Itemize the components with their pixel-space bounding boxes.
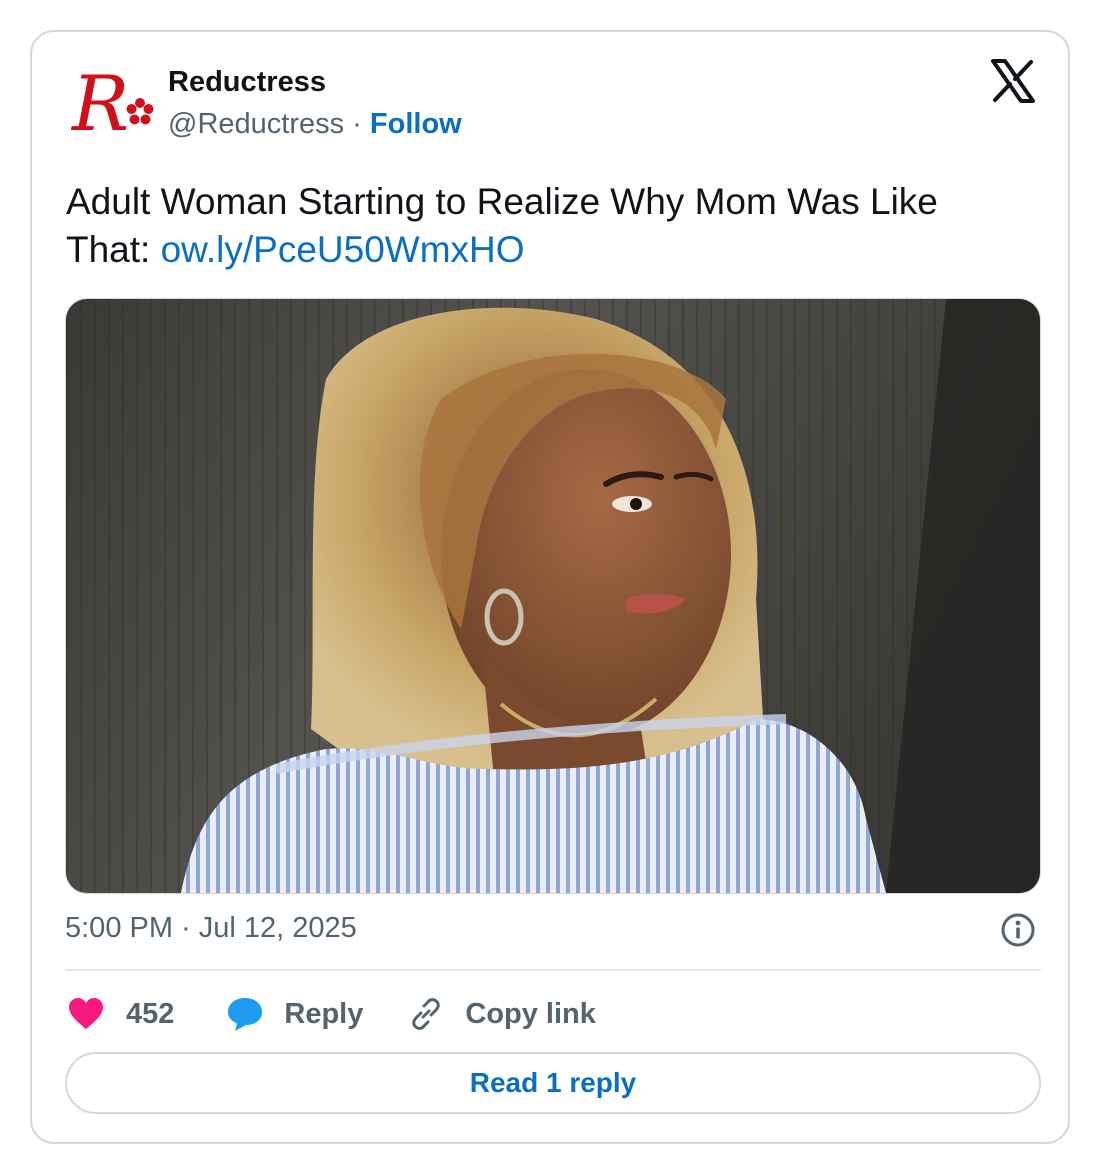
read-replies-button[interactable]: Read 1 reply <box>65 1052 1041 1114</box>
speech-bubble-icon <box>228 998 263 1031</box>
handle-row: @Reductress · Follow <box>168 108 462 141</box>
reply-label: Reply <box>284 997 364 1030</box>
logo-letter: R <box>70 60 129 148</box>
flower-icon <box>126 98 154 125</box>
reply-button[interactable]: Reply <box>226 996 363 1032</box>
copy-link-button[interactable]: Copy link <box>407 995 596 1033</box>
like-button[interactable]: 452 <box>68 997 174 1031</box>
link-icon <box>412 998 441 1030</box>
action-bar: 452 Reply Copy link <box>68 992 596 1036</box>
tweet-link[interactable]: ow.ly/PceU50WmxHO <box>161 229 525 270</box>
info-icon[interactable] <box>1000 912 1036 948</box>
tweet-timestamp[interactable]: 5:00 PM · Jul 12, 2025 <box>65 912 357 945</box>
account-name[interactable]: Reductress <box>168 66 326 99</box>
heart-icon <box>69 998 103 1029</box>
reductress-logo[interactable]: R <box>70 59 166 150</box>
account-handle[interactable]: @Reductress <box>168 108 344 140</box>
follow-button[interactable]: Follow <box>370 108 462 140</box>
x-logo-icon[interactable] <box>990 58 1036 104</box>
like-count: 452 <box>126 997 175 1030</box>
tweet-text: Adult Woman Starting to Realize Why Mom … <box>66 178 1026 274</box>
tweet-photo[interactable] <box>65 298 1041 894</box>
divider <box>65 969 1041 971</box>
tweet-embed-card: R Reductress @Reductress · Follow Adult … <box>30 30 1070 1144</box>
copy-link-label: Copy link <box>465 997 596 1030</box>
handle-separator: · <box>344 108 370 140</box>
